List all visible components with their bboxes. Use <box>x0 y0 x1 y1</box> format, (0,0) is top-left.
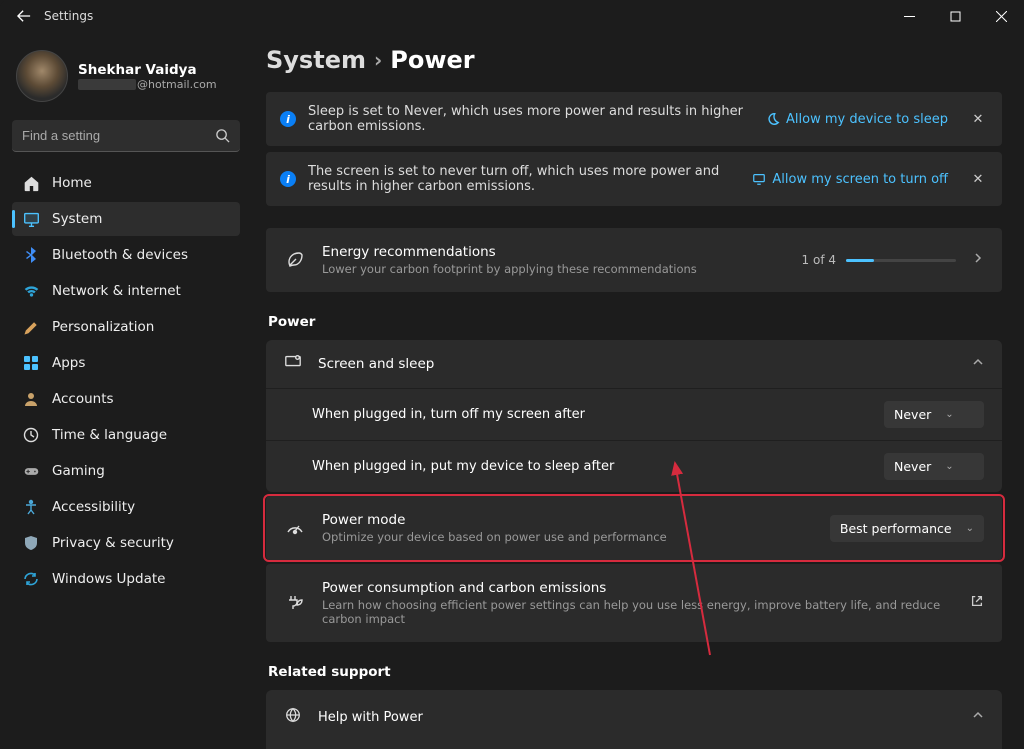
screen-sleep-group: Screen and sleep When plugged in, turn o… <box>266 340 1002 492</box>
clock-icon <box>22 426 40 444</box>
banner-message: Sleep is set to Never, which uses more p… <box>308 104 754 134</box>
screen-icon <box>284 353 302 375</box>
gaming-icon <box>22 462 40 480</box>
help-with-power-header[interactable]: Help with Power <box>266 690 1002 744</box>
gauge-icon <box>284 518 306 538</box>
user-profile[interactable]: Shekhar Vaidya @hotmail.com <box>12 44 240 116</box>
nav-system[interactable]: System <box>12 202 240 236</box>
nav-accounts[interactable]: Accounts <box>12 382 240 416</box>
banner-sleep-never: i Sleep is set to Never, which uses more… <box>266 92 1002 146</box>
nav-privacy[interactable]: Privacy & security <box>12 526 240 560</box>
accounts-icon <box>22 390 40 408</box>
screen-off-row: When plugged in, turn off my screen afte… <box>266 388 1002 440</box>
help-links-row: Adjusting power and sleep settings Chang… <box>266 744 1002 749</box>
consumption-card[interactable]: Power consumption and carbon emissions L… <box>266 564 1002 642</box>
help-group: Help with Power Adjusting power and slee… <box>266 690 1002 749</box>
energy-progress: 1 of 4 <box>802 253 956 267</box>
chevron-down-icon: ⌄ <box>945 461 953 472</box>
screen-sleep-header[interactable]: Screen and sleep <box>266 340 1002 388</box>
apps-icon <box>22 354 40 372</box>
globe-icon <box>284 706 302 728</box>
user-email: @hotmail.com <box>78 78 217 91</box>
titlebar: Settings <box>0 0 1024 32</box>
chevron-right-icon: › <box>374 48 382 72</box>
section-power: Power <box>268 314 1002 330</box>
nav-accessibility[interactable]: Accessibility <box>12 490 240 524</box>
energy-recommendations-card[interactable]: Energy recommendations Lower your carbon… <box>266 228 1002 292</box>
info-icon: i <box>280 171 296 187</box>
banner-screen-never: i The screen is set to never turn off, w… <box>266 152 1002 206</box>
nav-personalization[interactable]: Personalization <box>12 310 240 344</box>
accessibility-icon <box>22 498 40 516</box>
search-icon <box>215 128 230 147</box>
system-icon <box>22 210 40 228</box>
page-title: Power <box>390 46 474 74</box>
chevron-up-icon <box>972 709 984 725</box>
nav-network[interactable]: Network & internet <box>12 274 240 308</box>
banner-action-sleep[interactable]: Allow my device to sleep <box>766 112 948 127</box>
bluetooth-icon <box>22 246 40 264</box>
power-mode-select[interactable]: Best performance⌄ <box>830 515 984 542</box>
breadcrumb-system[interactable]: System <box>266 46 366 74</box>
power-mode-card[interactable]: Power mode Optimize your device based on… <box>266 496 1002 560</box>
banner-close[interactable]: ✕ <box>968 109 988 129</box>
home-icon <box>22 174 40 192</box>
nav-time-language[interactable]: Time & language <box>12 418 240 452</box>
main-content: System › Power i Sleep is set to Never, … <box>250 32 1024 749</box>
open-external-icon <box>970 594 984 612</box>
nav-home[interactable]: Home <box>12 166 240 200</box>
user-name: Shekhar Vaidya <box>78 62 217 78</box>
brush-icon <box>22 318 40 336</box>
minimize-button[interactable] <box>886 0 932 32</box>
sleep-after-select[interactable]: Never⌄ <box>884 453 984 480</box>
back-button[interactable] <box>8 0 40 32</box>
avatar <box>16 50 68 102</box>
update-icon <box>22 570 40 588</box>
nav-bluetooth[interactable]: Bluetooth & devices <box>12 238 240 272</box>
maximize-button[interactable] <box>932 0 978 32</box>
section-related: Related support <box>268 664 1002 680</box>
banner-close[interactable]: ✕ <box>968 169 988 189</box>
chevron-down-icon: ⌄ <box>966 523 974 534</box>
plug-leaf-icon <box>284 593 306 613</box>
nav-apps[interactable]: Apps <box>12 346 240 380</box>
leaf-icon <box>284 250 306 270</box>
nav-gaming[interactable]: Gaming <box>12 454 240 488</box>
screen-off-select[interactable]: Never⌄ <box>884 401 984 428</box>
close-button[interactable] <box>978 0 1024 32</box>
nav-windows-update[interactable]: Windows Update <box>12 562 240 596</box>
chevron-up-icon <box>972 356 984 372</box>
wifi-icon <box>22 282 40 300</box>
app-title: Settings <box>44 9 93 23</box>
breadcrumb: System › Power <box>266 46 1002 74</box>
search-box[interactable] <box>12 120 240 152</box>
chevron-right-icon <box>972 252 984 268</box>
info-icon: i <box>280 111 296 127</box>
sidebar: Shekhar Vaidya @hotmail.com Home System … <box>0 32 250 749</box>
banner-message: The screen is set to never turn off, whi… <box>308 164 740 194</box>
banner-action-screen[interactable]: Allow my screen to turn off <box>752 172 948 187</box>
chevron-down-icon: ⌄ <box>945 409 953 420</box>
search-input[interactable] <box>12 120 240 152</box>
shield-icon <box>22 534 40 552</box>
sleep-after-row: When plugged in, put my device to sleep … <box>266 440 1002 492</box>
